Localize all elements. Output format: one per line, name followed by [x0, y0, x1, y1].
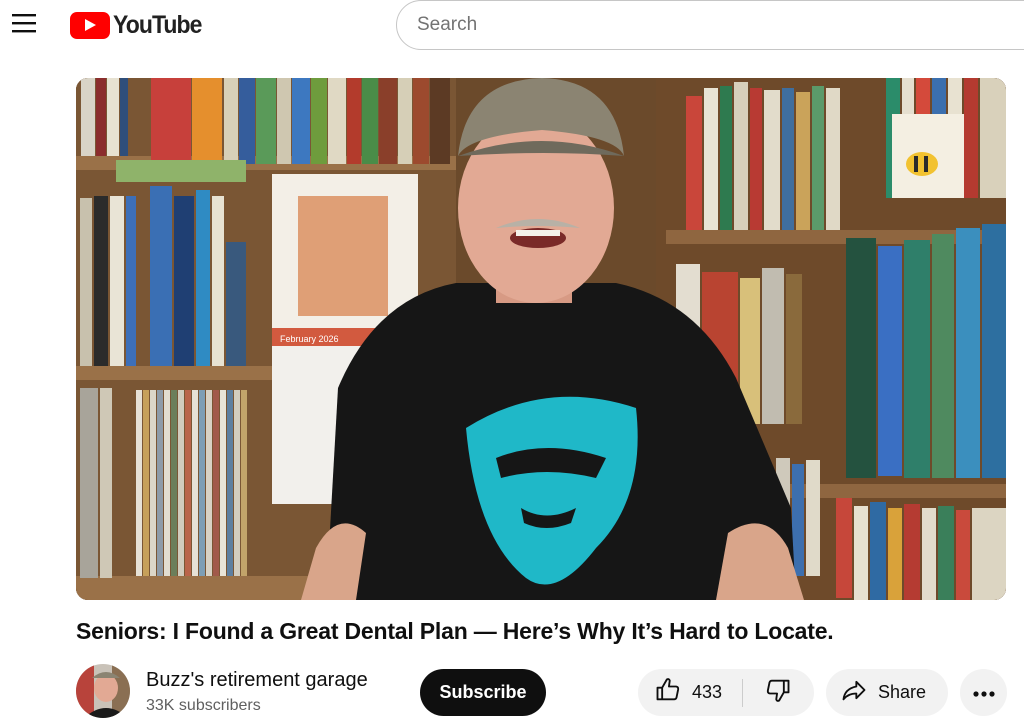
dislike-button[interactable]: [743, 669, 813, 716]
channel-name[interactable]: Buzz's retirement garage: [146, 669, 368, 692]
menu-icon: [12, 13, 36, 38]
more-actions-button[interactable]: [960, 669, 1007, 716]
search-input[interactable]: [417, 14, 917, 36]
youtube-logo-icon: [70, 11, 110, 39]
youtube-home-logo[interactable]: YouTube: [70, 9, 209, 41]
share-label: Share: [878, 682, 927, 702]
like-dislike-group: 433: [638, 669, 814, 716]
guide-menu-button[interactable]: [4, 5, 44, 45]
top-bar: YouTube: [0, 0, 1024, 50]
calendar-month: February 2026: [280, 334, 339, 344]
subscriber-count: 33K subscribers: [146, 697, 261, 714]
share-button[interactable]: Share: [826, 669, 948, 716]
channel-avatar[interactable]: [76, 664, 130, 718]
video-frame: February 2026: [76, 78, 1006, 600]
subscribe-button[interactable]: Subscribe: [420, 669, 546, 716]
logo-text: YouTube: [113, 10, 202, 39]
thumbs-down-icon: [764, 676, 792, 709]
video-title: Seniors: I Found a Great Dental Plan — H…: [76, 618, 834, 644]
like-count: 433: [692, 682, 723, 702]
thumbs-up-icon: [654, 676, 682, 709]
like-button[interactable]: 433: [638, 669, 742, 716]
share-arrow-icon: [840, 676, 868, 709]
video-player[interactable]: February 2026: [76, 78, 1006, 600]
search-box[interactable]: [396, 0, 1024, 50]
more-horizontal-icon: [972, 684, 995, 702]
